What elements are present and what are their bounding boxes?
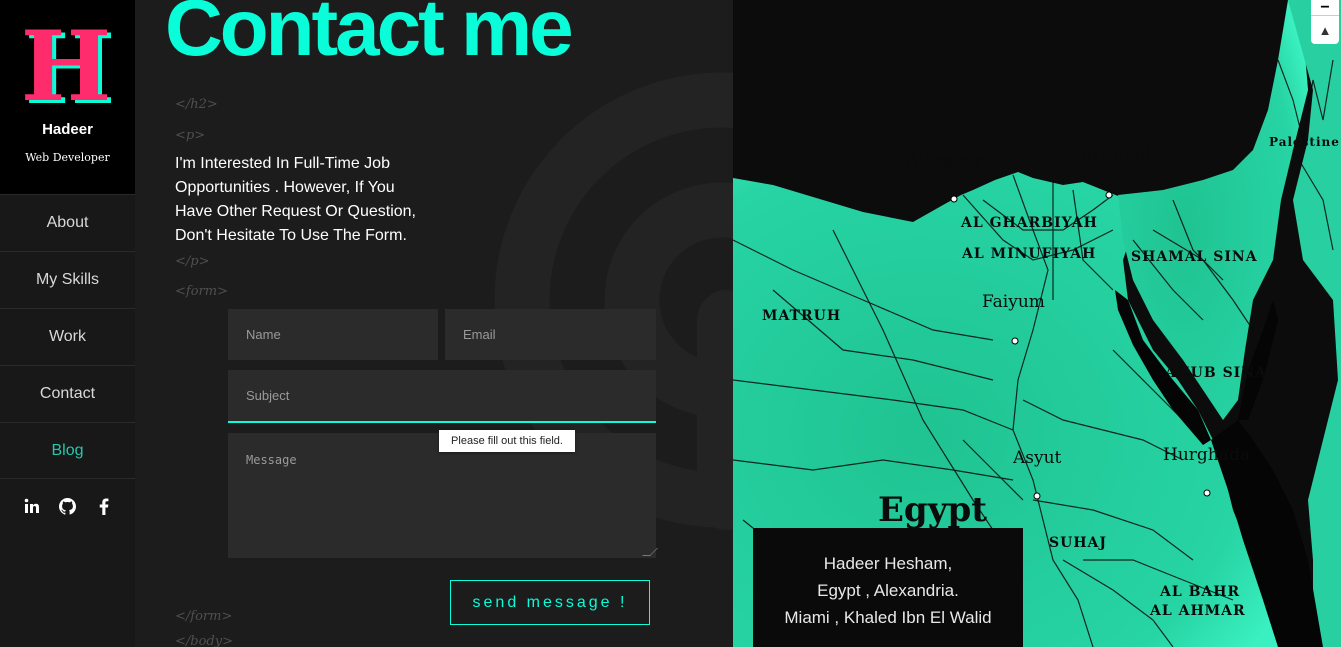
map[interactable]: Alexandria Port Said Palestine AL GHARBI… [733,0,1341,647]
map-label-asyut: Asyut [1013,448,1062,468]
address-line-name: Hadeer Hesham, [823,554,953,573]
logo[interactable]: H H Hadeer Web Developer [0,0,135,194]
map-label-port-said: Port Said [1071,146,1151,166]
nav-item-contact[interactable]: Contact [0,365,135,422]
nav-item-blog[interactable]: Blog [0,422,135,479]
page-title: Contact me [165,0,574,72]
send-message-button[interactable]: send message ! [450,580,650,625]
map-label-faiyum: Faiyum [982,292,1045,312]
map-label-matruh: MATRUH [762,308,842,324]
map-label-hurghada: Hurghada [1163,445,1250,465]
code-tag-form-open: <form> [175,284,228,299]
nav-item-work[interactable]: Work [0,308,135,365]
map-label-janub-sina: ANUB SINA [1165,365,1267,381]
logo-name: Hadeer [42,121,93,138]
validation-tooltip: Please fill out this field. [439,430,575,452]
main-nav: About My Skills Work Contact Blog [0,194,135,479]
name-input[interactable]: Name [228,309,438,360]
address-card: Hadeer Hesham, Egypt , Alexandria. Miami… [753,528,1023,647]
map-label-egypt: Egypt [878,490,987,530]
code-tag-p-open: <p> [175,128,206,143]
facebook-icon[interactable] [95,496,113,516]
resize-grip-icon[interactable] [642,548,658,556]
map-label-suhaj: SUHAJ [1049,535,1108,551]
map-label-palestine: Palestine [1269,135,1340,149]
zoom-out-button[interactable]: − [1311,0,1339,16]
subject-input[interactable]: Subject [228,370,656,423]
code-tag-h2-close: </h2> [175,97,218,112]
address-line-street: Miami , Khaled Ibn El Walid [784,608,992,627]
svg-text:H: H [21,18,112,118]
map-label-al-gharbiyah: AL GHARBIYAH [961,215,1098,231]
map-label-al-ahmar: AL AHMAR [1150,603,1246,619]
contact-section: Contact me </h2> <p> I'm Interested In F… [135,0,733,647]
map-label-shamal-sina: SHAMAL SINA [1131,249,1258,265]
intro-text: I'm Interested In Full-Time Job Opportun… [175,155,416,244]
logo-h-mark: H H [21,18,116,118]
compass-north-icon[interactable]: ▲ [1311,16,1339,44]
map-controls: − ▲ [1311,0,1339,44]
nav-item-about[interactable]: About [0,194,135,251]
nav-item-my-skills[interactable]: My Skills [0,251,135,308]
linkedin-icon[interactable] [23,496,41,516]
code-tag-body-close: </body> [175,634,233,647]
address-line-city: Egypt , Alexandria. [817,581,959,600]
github-icon[interactable] [59,496,77,516]
map-label-al-bahr: AL BAHR [1160,584,1241,600]
social-links [0,496,135,516]
code-tag-p-close: </p> [175,254,210,269]
logo-role: Web Developer [25,151,110,164]
sidebar: H H Hadeer Web Developer About My Skills… [0,0,135,647]
map-label-al-minufiyah: AL MINUFIYAH [962,246,1097,262]
code-tag-form-close: </form> [175,609,233,624]
message-placeholder: Message [246,453,297,467]
map-label-alexandria: Alexandria [906,151,1000,171]
email-input[interactable]: Email [445,309,656,360]
